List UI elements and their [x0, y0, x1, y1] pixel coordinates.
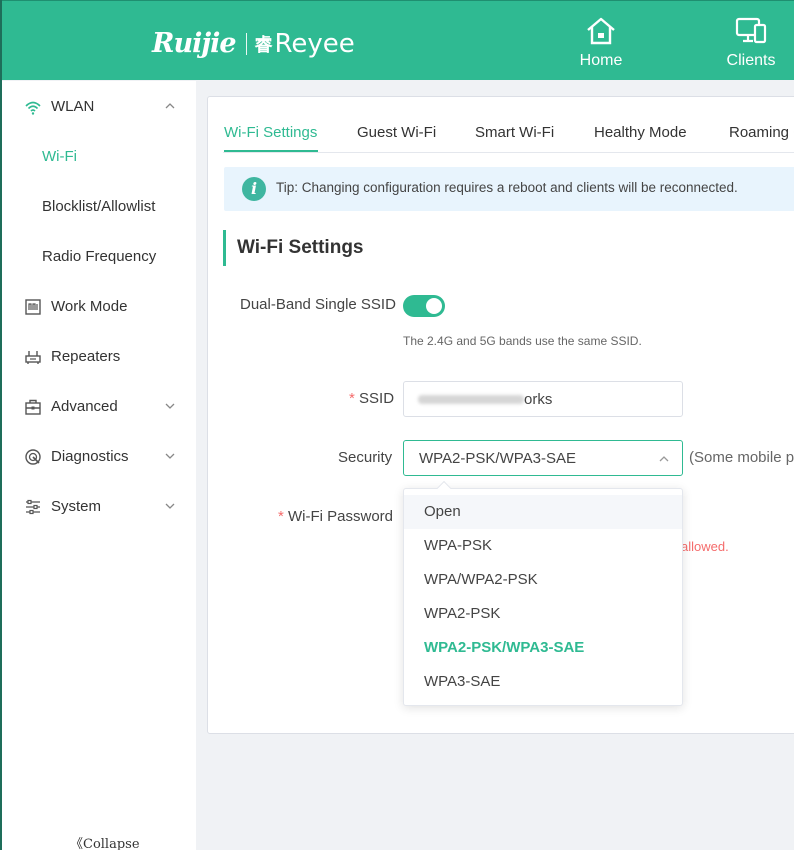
sidebar-item-label: Diagnostics	[51, 447, 129, 465]
chevron-down-icon	[165, 453, 175, 459]
active-tab-indicator	[224, 150, 318, 152]
sidebar-item-repeaters[interactable]: Repeaters	[2, 331, 196, 381]
dual-band-toggle[interactable]	[403, 295, 445, 317]
security-label: Security	[338, 449, 393, 466]
sidebar-subitem-radio-frequency[interactable]: Radio Frequency	[42, 248, 156, 265]
security-option-wpa2-psk[interactable]: WPA2-PSK	[404, 597, 682, 631]
security-select[interactable]: WPA2-PSK/WPA3-SAE	[403, 440, 683, 476]
tab-roaming[interactable]: Roaming O	[729, 124, 794, 141]
tab-smart-wifi[interactable]: Smart Wi-Fi	[475, 124, 554, 141]
security-option-wpa-psk[interactable]: WPA-PSK	[404, 529, 682, 563]
clients-icon	[735, 17, 767, 44]
brand-name: Ruijie	[152, 28, 237, 59]
sidebar: WLAN Wi-Fi Blocklist/Allowlist Radio Fre…	[2, 81, 196, 850]
home-icon	[587, 17, 615, 45]
redacted-ssid-text	[418, 395, 524, 404]
tab-wifi-settings[interactable]: Wi-Fi Settings	[224, 124, 317, 141]
security-option-wpa2-wpa3[interactable]: WPA2-PSK/WPA3-SAE	[404, 631, 682, 665]
dual-band-label: Dual-Band Single SSID	[240, 296, 396, 313]
system-icon	[26, 499, 40, 515]
required-mark: *	[278, 508, 284, 525]
sidebar-subitem-wifi[interactable]: Wi-Fi	[42, 148, 77, 165]
required-mark: *	[349, 390, 355, 407]
tip-text: Tip: Changing configuration requires a r…	[276, 180, 738, 195]
nav-clients-label: Clients	[726, 52, 776, 69]
tab-healthy-mode[interactable]: Healthy Mode	[594, 124, 687, 141]
window-edge	[0, 0, 2, 850]
security-option-open[interactable]: Open	[404, 495, 682, 529]
ssid-value: orks	[524, 391, 553, 408]
password-error-text: allowed.	[681, 539, 729, 554]
section-title: Wi-Fi Settings	[223, 230, 364, 266]
chevron-up-icon	[165, 103, 175, 109]
collapse-sidebar-button[interactable]: 《Collapse	[70, 833, 140, 850]
sidebar-item-diagnostics[interactable]: Diagnostics	[2, 431, 196, 481]
work-mode-icon	[25, 299, 41, 315]
brand-logo: Ruijie 睿 Reyee	[152, 28, 355, 59]
chevron-down-icon	[165, 403, 175, 409]
wifi-password-label-text: Wi-Fi Password	[288, 508, 394, 525]
ssid-label-text: SSID	[359, 390, 395, 407]
sidebar-item-label: Advanced	[51, 397, 118, 415]
sub-brand-name: Reyee	[274, 28, 355, 59]
sidebar-item-advanced[interactable]: Advanced	[2, 381, 196, 431]
ssid-label: * SSID	[349, 390, 394, 407]
security-option-wpa-wpa2-psk[interactable]: WPA/WPA2-PSK	[404, 563, 682, 597]
brand-mark: 睿	[254, 34, 273, 55]
security-option-wpa3-sae[interactable]: WPA3-SAE	[404, 665, 682, 699]
sidebar-item-label: Work Mode	[51, 297, 128, 315]
info-icon: i	[242, 177, 266, 201]
sidebar-item-work-mode[interactable]: Work Mode	[2, 281, 196, 331]
sidebar-item-label: WLAN	[51, 97, 95, 115]
security-selected-value: WPA2-PSK/WPA3-SAE	[419, 450, 576, 467]
chevron-down-icon	[165, 503, 175, 509]
tip-banner: i Tip: Changing configuration requires a…	[224, 167, 794, 211]
repeater-icon	[25, 351, 41, 364]
security-note: (Some mobile p	[689, 449, 794, 466]
toggle-knob	[426, 298, 442, 314]
chevron-up-icon	[659, 456, 669, 462]
nav-clients-button[interactable]: Clients	[711, 14, 791, 70]
diagnostics-icon	[25, 449, 41, 465]
toolbox-icon	[25, 399, 41, 415]
nav-home-button[interactable]: Home	[561, 14, 641, 70]
wifi-icon	[25, 101, 41, 115]
sidebar-subitem-blocklist[interactable]: Blocklist/Allowlist	[42, 198, 155, 215]
logo-divider	[245, 32, 247, 55]
sidebar-item-system[interactable]: System	[2, 481, 196, 531]
top-header	[0, 0, 794, 80]
tab-guest-wifi[interactable]: Guest Wi-Fi	[357, 124, 436, 141]
sidebar-item-wlan[interactable]: WLAN	[2, 81, 196, 131]
security-dropdown: Open WPA-PSK WPA/WPA2-PSK WPA2-PSK WPA2-…	[403, 480, 683, 706]
wifi-password-label: * Wi-Fi Password	[278, 508, 393, 525]
ssid-input[interactable]: orks	[403, 381, 683, 417]
nav-home-label: Home	[579, 52, 623, 69]
sidebar-item-label: System	[51, 497, 102, 515]
sidebar-item-label: Repeaters	[51, 347, 121, 365]
dual-band-hint: The 2.4G and 5G bands use the same SSID.	[403, 334, 642, 348]
